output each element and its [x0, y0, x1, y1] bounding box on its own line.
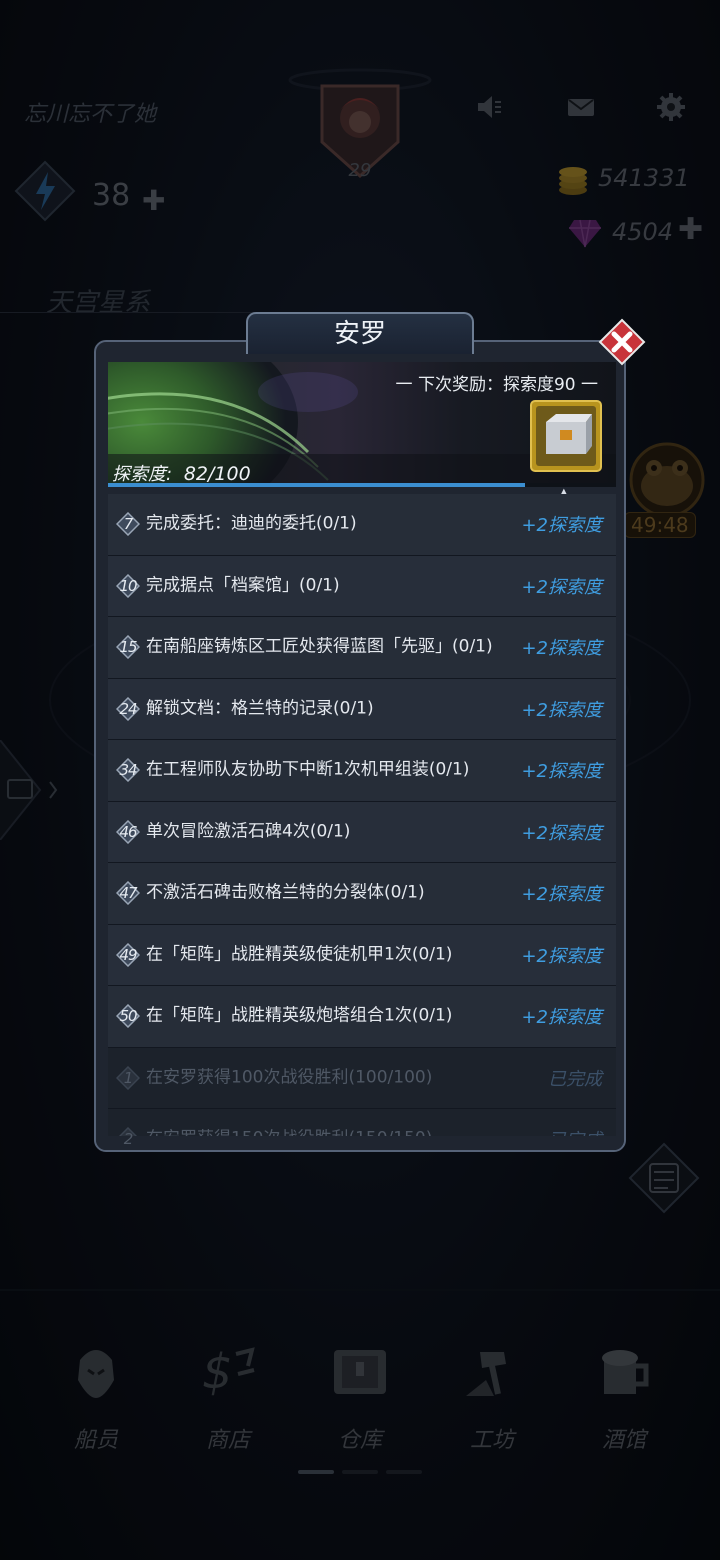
reward-chest-icon[interactable] — [530, 400, 602, 472]
task-description: 在南船座铸炼区工匠处获得蓝图「先驱」(0/1) — [146, 636, 493, 657]
system-divider — [0, 312, 260, 313]
task-description: 在工程师队友协助下中断1次机甲组装(0/1) — [146, 759, 470, 780]
nav-crew-label: 船员 — [73, 1428, 118, 1453]
task-description: 完成据点「档案馆」(0/1) — [146, 575, 340, 596]
task-description: 不激活石碑击败格兰特的分裂体(0/1) — [146, 882, 425, 903]
player-name[interactable]: 忘川忘不了她 — [24, 96, 156, 128]
settings-icon[interactable] — [656, 92, 686, 122]
task-row[interactable]: 15 在南船座铸炼区工匠处获得蓝图「先驱」(0/1) +2探索度 — [108, 617, 616, 679]
workshop-icon — [466, 1352, 506, 1396]
task-number: 50 — [119, 1007, 137, 1026]
bottom-nav: 船员 $ 商店 仓库 工坊 酒馆 — [0, 1320, 720, 1490]
task-number: 46 — [119, 822, 137, 841]
system-name: 天宫星系 — [46, 288, 151, 318]
task-reward: +2探索度 — [521, 822, 602, 844]
energy-value: 38 — [92, 178, 131, 213]
task-row[interactable]: 1 在安罗获得100次战役胜利(100/100) 已完成 — [108, 1047, 616, 1109]
gold-coin-icon — [559, 167, 587, 195]
task-number: 7 — [123, 515, 134, 534]
task-description: 在「矩阵」战胜精英级炮塔组合1次(0/1) — [146, 1005, 453, 1026]
task-number: 1 — [123, 1068, 134, 1087]
task-row[interactable]: 7 完成委托：迪迪的委托(0/1) +2探索度 — [108, 494, 616, 556]
explore-value: 82/100 — [183, 463, 251, 485]
explore-label: 探索度: — [112, 464, 173, 485]
nav-warehouse-label: 仓库 — [337, 1428, 382, 1453]
modal-title: 安罗 — [246, 312, 474, 354]
nav-shop-label: 商店 — [205, 1428, 250, 1453]
nav-tavern-label: 酒馆 — [601, 1428, 646, 1453]
task-description: 在「矩阵」战胜精英级使徒机甲1次(0/1) — [146, 944, 453, 965]
task-row[interactable]: 50 在「矩阵」战胜精英级炮塔组合1次(0/1) +2探索度 — [108, 986, 616, 1048]
page-dot — [386, 1470, 422, 1474]
energy-add-button[interactable]: ✚ — [142, 184, 165, 217]
sound-icon[interactable] — [474, 92, 504, 122]
task-number: 15 — [119, 638, 137, 657]
energy-icon — [14, 160, 76, 222]
task-description: 解锁文档：格兰特的记录(0/1) — [146, 698, 374, 719]
task-reward: +2探索度 — [521, 515, 602, 537]
task-number: 34 — [119, 761, 137, 780]
task-reward: +2探索度 — [521, 761, 602, 783]
tasklist-icon[interactable] — [628, 1142, 700, 1214]
chat-tab[interactable] — [0, 740, 62, 840]
nav-workshop[interactable]: 工坊 — [437, 1320, 547, 1490]
shop-icon: $ — [202, 1344, 255, 1400]
page-dot — [298, 1470, 334, 1474]
task-row[interactable]: 47 不激活石碑击败格兰特的分裂体(0/1) +2探索度 — [108, 863, 616, 925]
nav-tavern[interactable]: 酒馆 — [569, 1320, 679, 1490]
next-reward-label: 一 下次奖励：探索度90 一 — [395, 375, 598, 395]
planet-banner: 一 下次奖励：探索度90 一 探索度: 82/100 — [108, 362, 616, 486]
nav-warehouse[interactable]: 仓库 — [305, 1320, 415, 1490]
exploration-modal: 一 下次奖励：探索度90 一 探索度: 82/100 ▲ 7 完成委托：迪迪的委托… — [94, 340, 626, 1152]
task-row[interactable]: 49 在「矩阵」战胜精英级使徒机甲1次(0/1) +2探索度 — [108, 924, 616, 986]
warehouse-icon — [334, 1350, 386, 1394]
page-dot — [342, 1470, 378, 1474]
nav-shop[interactable]: $ 商店 — [173, 1320, 283, 1490]
tavern-icon — [602, 1350, 649, 1394]
task-number: 24 — [119, 699, 137, 718]
task-reward: +2探索度 — [521, 638, 602, 660]
task-row[interactable]: 24 解锁文档：格兰特的记录(0/1) +2探索度 — [108, 678, 616, 740]
task-number: 10 — [119, 576, 137, 595]
task-number: 2 — [123, 1130, 134, 1149]
task-description: 完成委托：迪迪的委托(0/1) — [146, 513, 357, 534]
task-reward: 已完成 — [548, 1068, 602, 1090]
gold-value: 541331 — [598, 164, 690, 192]
task-row[interactable]: 46 单次冒险激活石碑4次(0/1) +2探索度 — [108, 801, 616, 863]
nav-crew[interactable]: 船员 — [41, 1320, 151, 1490]
list-bottom-edge — [96, 1136, 624, 1150]
nav-workshop-label: 工坊 — [469, 1428, 514, 1453]
explore-progress-bar — [108, 483, 616, 487]
task-reward: +2探索度 — [521, 945, 602, 967]
task-description: 单次冒险激活石碑4次(0/1) — [146, 821, 351, 842]
task-number: 49 — [119, 945, 137, 964]
task-reward: +2探索度 — [521, 884, 602, 906]
gem-value: 4504 — [612, 218, 674, 246]
task-list[interactable]: 7 完成委托：迪迪的委托(0/1) +2探索度 10 完成据点「档案馆」(0/1) +2探… — [108, 494, 616, 1150]
svg-text:$: $ — [202, 1344, 233, 1400]
crew-icon — [78, 1350, 114, 1398]
player-level: 29 — [348, 160, 372, 181]
task-reward: +2探索度 — [521, 576, 602, 598]
task-number: 47 — [119, 884, 137, 903]
task-row[interactable]: 10 完成据点「档案馆」(0/1) +2探索度 — [108, 555, 616, 617]
gem-icon — [569, 219, 601, 248]
close-icon[interactable] — [598, 318, 646, 366]
mail-icon[interactable] — [566, 92, 596, 122]
task-description: 在安罗获得100次战役胜利(100/100) — [146, 1067, 433, 1088]
event-timer: 49:48 — [624, 512, 696, 538]
page-indicator — [298, 1470, 422, 1474]
gem-add-button[interactable]: ✚ — [678, 212, 703, 247]
task-reward: +2探索度 — [521, 1007, 602, 1029]
task-reward: +2探索度 — [521, 699, 602, 721]
explore-progress-fill — [108, 483, 525, 487]
task-row[interactable]: 34 在工程师队友协助下中断1次机甲组装(0/1) +2探索度 — [108, 740, 616, 802]
